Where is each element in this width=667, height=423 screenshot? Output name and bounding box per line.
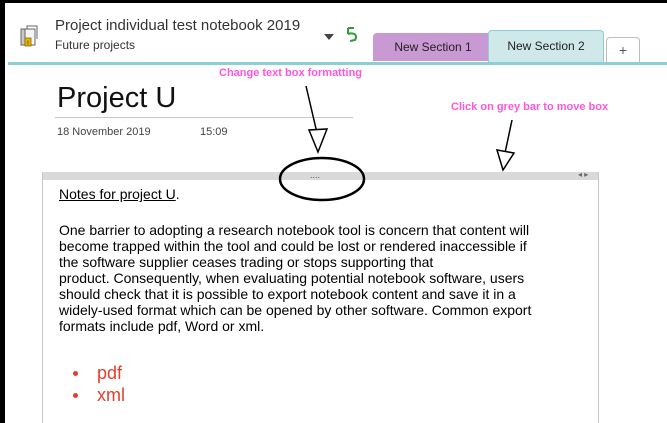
window-frame-top: [0, 0, 667, 3]
list-item: xml: [73, 384, 125, 406]
note-line: formats include pdf, Word or xml.: [59, 318, 265, 334]
list-item: pdf: [73, 362, 125, 384]
grab-bar[interactable]: .... ◂ ▸: [43, 170, 598, 180]
chevron-down-icon[interactable]: [324, 34, 334, 40]
resize-handle-icon[interactable]: ◂ ▸: [578, 170, 588, 179]
annotation-move-hint: Click on grey bar to move box: [451, 101, 609, 113]
page-date: 18 November 2019: [57, 126, 151, 138]
tab-label: New Section 1: [394, 40, 472, 54]
note-body[interactable]: One barrier to adopting a research noteb…: [59, 222, 595, 334]
note-container[interactable]: .... ◂ ▸ Notes for project U. One barrie…: [42, 170, 599, 423]
page-time: 15:09: [200, 126, 228, 138]
tab-new-section-1[interactable]: New Section 1: [373, 33, 493, 61]
back-arrow-icon[interactable]: [343, 25, 361, 43]
tab-new-section-2[interactable]: New Section 2: [488, 30, 604, 64]
note-heading-suffix: .: [175, 186, 180, 202]
bullet-list[interactable]: pdf xml: [73, 362, 125, 406]
section-color-rule: [8, 62, 667, 65]
notebook-icon[interactable]: !: [19, 25, 41, 47]
note-line: become trapped within the tool and could…: [59, 238, 527, 254]
add-section-button[interactable]: +: [606, 37, 640, 62]
note-line: product. Consequently, when evaluating p…: [59, 270, 525, 286]
note-line: should check that it is possible to expo…: [59, 286, 516, 302]
note-heading[interactable]: Notes for project U.: [59, 186, 180, 202]
title-underline: [55, 117, 353, 118]
section-group-name[interactable]: Future projects: [55, 38, 135, 52]
format-handle[interactable]: ....: [310, 170, 320, 180]
note-heading-text: Notes for project U: [59, 186, 176, 202]
page-title[interactable]: Project U: [57, 82, 176, 115]
tab-label: New Section 2: [507, 39, 585, 53]
note-line: the software supplier ceases trading or …: [59, 254, 434, 270]
notebook-title[interactable]: Project individual test notebook 2019: [55, 17, 300, 34]
arrow-down-icon: [495, 119, 516, 172]
note-line: One barrier to adopting a research noteb…: [59, 222, 530, 238]
frame-gap: [5, 3, 8, 423]
arrow-down-icon: [305, 85, 329, 155]
annotation-format-hint: Change text box formatting: [219, 67, 363, 79]
note-line: widely-used format which can be opened b…: [59, 302, 532, 318]
